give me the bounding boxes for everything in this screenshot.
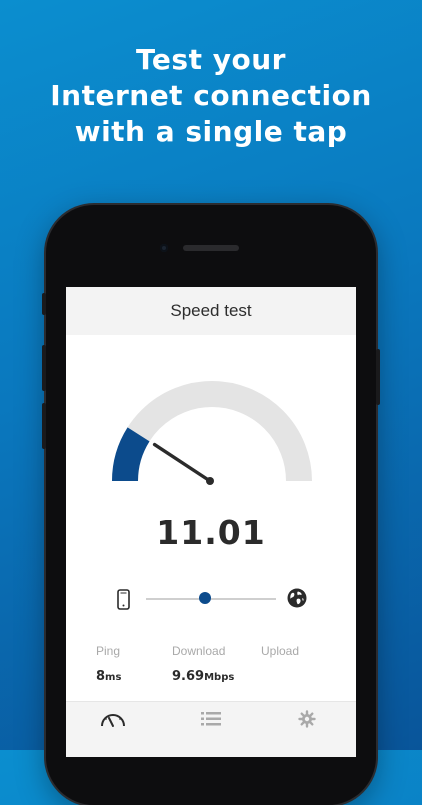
- download-label: Download: [172, 644, 226, 658]
- headline-line-1: Test your: [136, 43, 286, 76]
- app-header: Speed test: [66, 287, 356, 335]
- power-button: [376, 349, 380, 405]
- volume-up-button: [42, 345, 46, 391]
- progress-knob: [198, 592, 211, 604]
- gauge-fill: [112, 427, 150, 482]
- headline-line-3: with a single tap: [74, 115, 348, 148]
- ping-label: Ping: [96, 644, 121, 658]
- mute-switch: [42, 293, 46, 315]
- earpiece-speaker: [183, 245, 239, 251]
- gauge-needle: [152, 442, 212, 483]
- upload-label: Upload: [261, 644, 300, 658]
- gear-icon: [298, 710, 316, 728]
- headline-line-2: Internet connection: [50, 79, 372, 112]
- app-title: Speed test: [170, 301, 252, 320]
- test-progress: [66, 587, 356, 611]
- phone-frame: Speed test 11.01 Ping Download Upload 8m…: [42, 205, 380, 805]
- ping-value: 8ms: [96, 669, 121, 684]
- list-icon: [201, 712, 221, 726]
- phone-icon: [117, 589, 130, 610]
- front-camera: [160, 244, 168, 252]
- tab-bar: [66, 701, 356, 757]
- ping-number: 8: [96, 669, 106, 684]
- ping-unit: ms: [105, 672, 122, 683]
- gauge-track: [112, 381, 312, 482]
- speedometer-icon: [101, 714, 125, 727]
- download-number: 9.69: [172, 669, 205, 684]
- tab-settings[interactable]: [298, 710, 316, 733]
- gauge-needle-hub: [206, 477, 214, 485]
- download-unit: Mbps: [204, 672, 235, 683]
- volume-down-button: [42, 403, 46, 449]
- download-value: 9.69Mbps: [172, 669, 234, 684]
- speed-value: 11.01: [156, 513, 266, 552]
- app-screen: Speed test 11.01 Ping Download Upload 8m…: [66, 287, 356, 757]
- progress-track: [146, 598, 276, 600]
- tab-history[interactable]: [201, 710, 221, 733]
- tab-speedtest[interactable]: [99, 710, 127, 733]
- headline: Test your Internet connection with a sin…: [0, 42, 422, 150]
- speed-gauge: [112, 381, 312, 485]
- globe-icon: [287, 588, 307, 608]
